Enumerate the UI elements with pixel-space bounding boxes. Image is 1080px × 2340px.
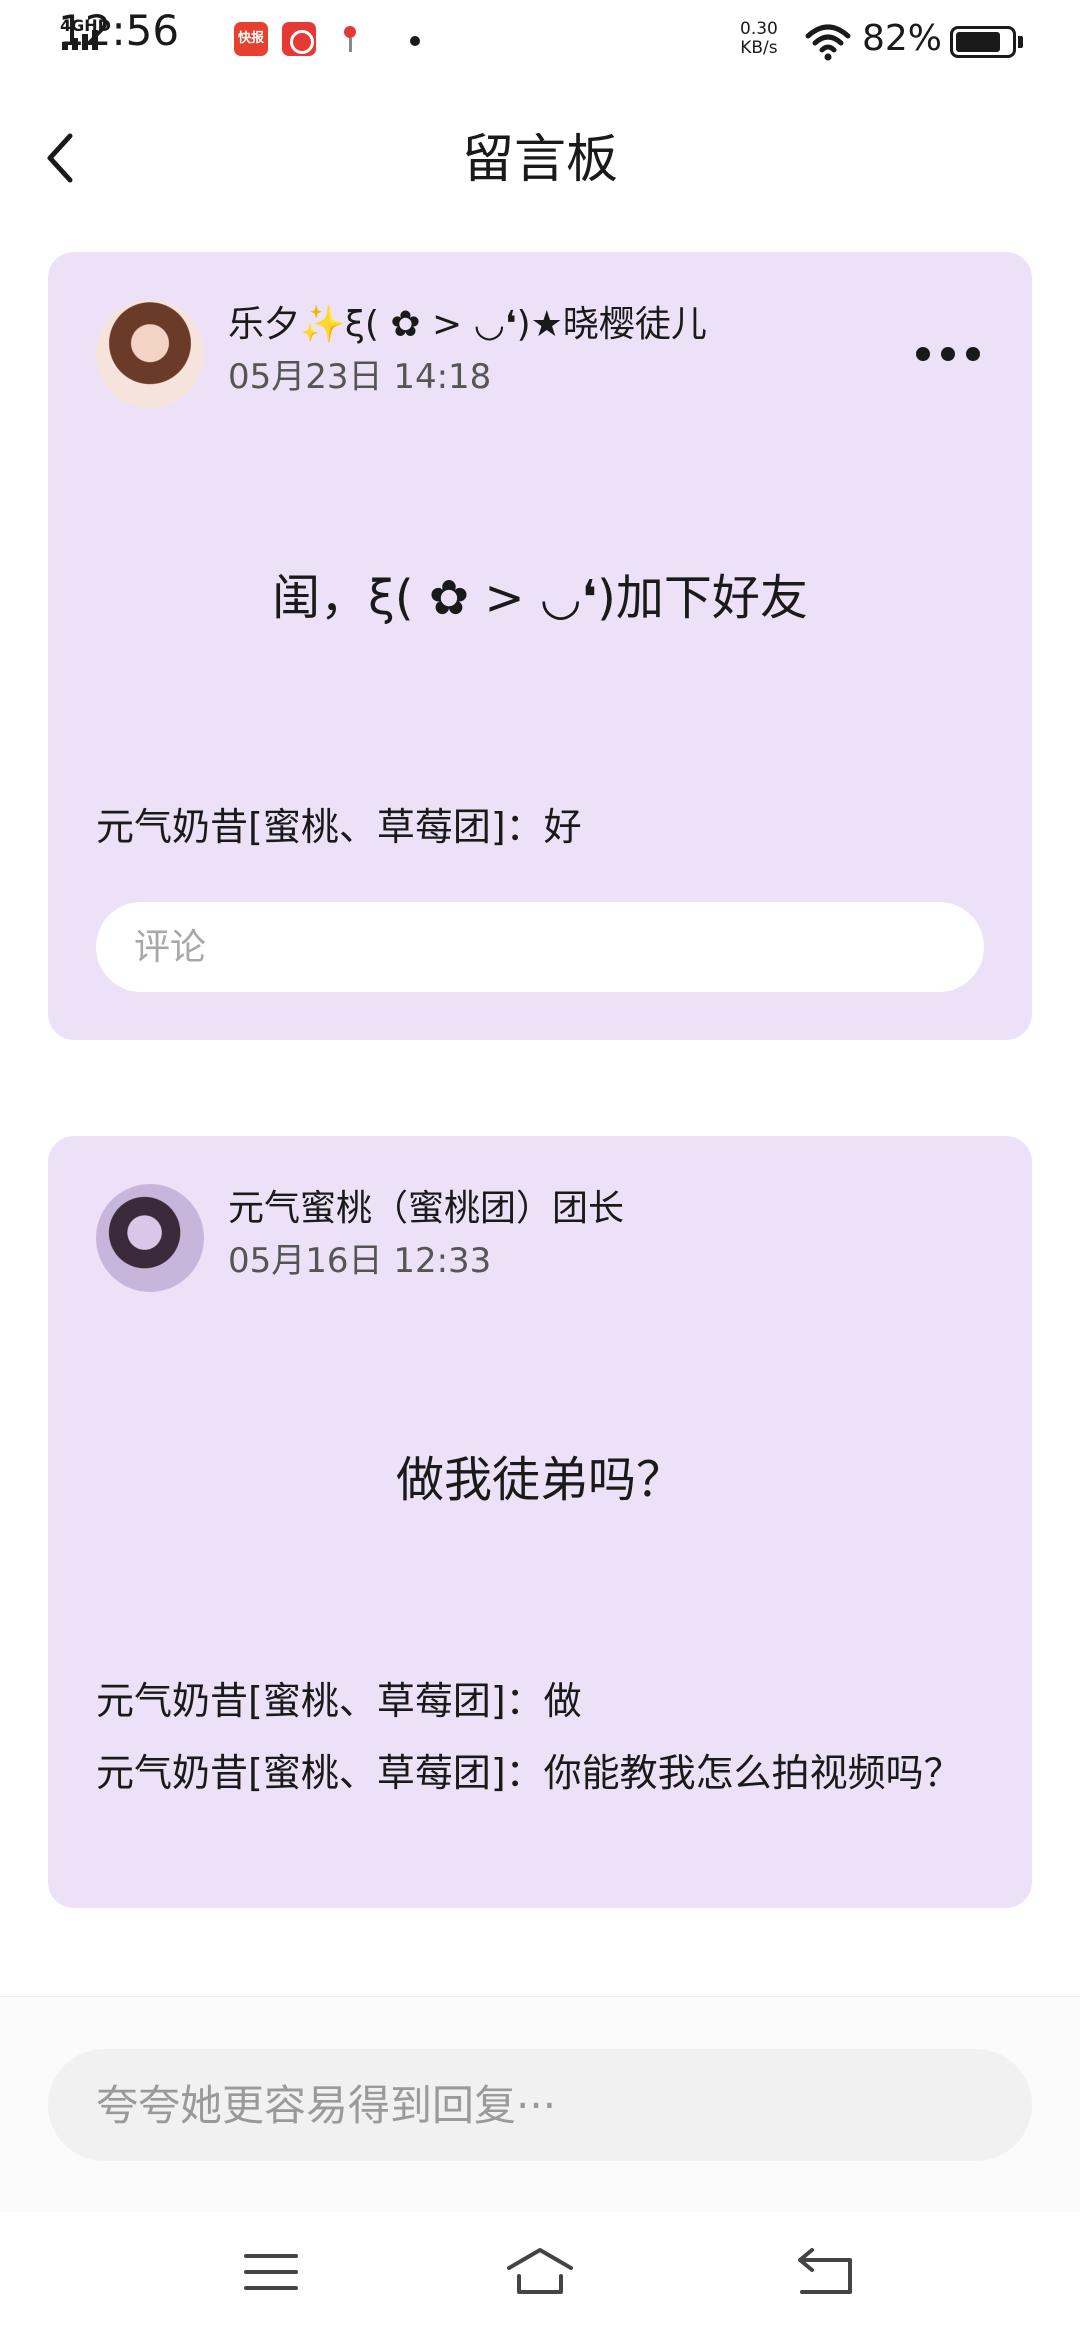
network-speed-unit: KB/s <box>740 38 778 58</box>
network-speed: 0.30 KB/s <box>740 20 778 58</box>
author-name[interactable]: 元气蜜桃（蜜桃团）团长 <box>228 1186 624 1232</box>
notification-dot-icon <box>410 36 420 46</box>
wifi-icon <box>805 24 851 61</box>
message-text: 做我徒弟吗？ <box>395 1452 684 1508</box>
more-dot <box>916 347 930 361</box>
status-time: 12:56 <box>58 6 180 55</box>
battery-icon <box>950 26 1016 58</box>
post-time: 05月16日 12:33 <box>228 1241 492 1281</box>
message-card: 乐夕✨ξ( ✿ > ◡❛)★晓樱徒儿 05月23日 14:18 闺，ξ( ✿ >… <box>48 252 1032 1040</box>
reply-text: 元气奶昔[蜜桃、草莓团]：好 <box>96 805 582 849</box>
baidu-map-app-icon <box>332 22 366 56</box>
avatar[interactable] <box>96 300 204 408</box>
bottom-input-bar <box>0 1996 1080 2212</box>
system-nav-bar <box>0 2212 1080 2340</box>
status-bar: 4GHD 12:56 快报 0.30 KB/s 82% <box>0 0 1080 84</box>
battery-level <box>956 32 1001 52</box>
avatar[interactable] <box>96 1184 204 1292</box>
pinduoduo-app-icon <box>282 22 316 56</box>
home-icon[interactable] <box>505 2242 575 2302</box>
battery-percent: 82% <box>862 18 943 59</box>
author-name[interactable]: 乐夕✨ξ( ✿ > ◡❛)★晓樱徒儿 <box>228 302 707 348</box>
post-time: 05月23日 14:18 <box>228 357 492 397</box>
menu-icon[interactable] <box>236 2242 306 2302</box>
kuaibao-app-icon: 快报 <box>234 22 268 56</box>
more-dot <box>966 347 980 361</box>
back-icon[interactable] <box>790 2242 860 2302</box>
reply-text: 元气奶昔[蜜桃、草莓团]：你能教我怎么拍视频吗？ <box>96 1751 962 1795</box>
more-dot <box>941 347 955 361</box>
message-input[interactable] <box>48 2049 1032 2161</box>
header: 留言板 <box>0 110 1080 210</box>
network-speed-value: 0.30 <box>740 19 778 39</box>
message-card: 元气蜜桃（蜜桃团）团长 05月16日 12:33 做我徒弟吗？ 元气奶昔[蜜桃、… <box>48 1136 1032 1908</box>
message-text: 闺，ξ( ✿ > ◡❛)加下好友 <box>272 570 808 626</box>
more-options-icon[interactable] <box>916 342 980 366</box>
battery-tip <box>1018 36 1023 48</box>
comment-input[interactable] <box>96 902 984 992</box>
reply-text: 元气奶昔[蜜桃、草莓团]：做 <box>96 1679 582 1723</box>
page-title: 留言板 <box>461 130 618 190</box>
